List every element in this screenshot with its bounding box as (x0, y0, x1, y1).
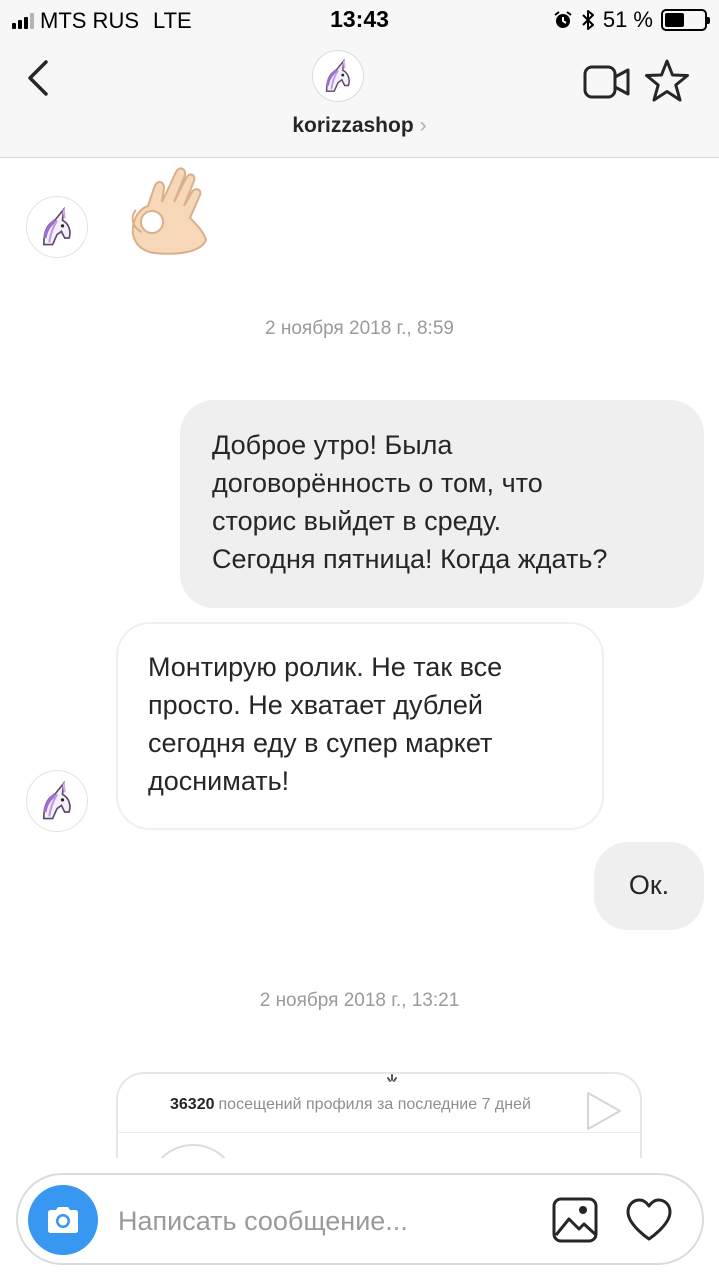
message-line: Сегодня пятница! Когда ждать? (212, 544, 608, 574)
star-button[interactable] (643, 58, 691, 104)
heart-button[interactable] (624, 1197, 674, 1243)
alarm-icon (554, 11, 572, 28)
video-call-button[interactable] (582, 62, 632, 102)
camera-button[interactable] (28, 1185, 98, 1255)
message-line: сегодня еду в супер маркет (148, 728, 493, 758)
message-line: Доброе утро! Была (212, 430, 453, 460)
chat-username[interactable]: korizzashop › (0, 114, 719, 138)
message-composer (16, 1173, 704, 1265)
battery-icon (661, 9, 710, 31)
back-button[interactable] (22, 58, 58, 98)
timestamp: 2 ноября 2018 г., 8:59 (265, 318, 454, 339)
unicorn-avatar-icon (42, 780, 71, 820)
header-avatar[interactable] (312, 50, 364, 102)
profile-visits-stat: 36320 посещений профиля за последние 7 дн… (170, 1096, 531, 1114)
sender-avatar[interactable] (26, 770, 88, 832)
sender-avatar[interactable] (26, 196, 88, 258)
ok-hand-emoji (131, 167, 208, 255)
play-icon[interactable] (580, 1088, 626, 1134)
bluetooth-icon (582, 10, 594, 30)
stat-number: 36320 (170, 1096, 215, 1113)
message-bubble-outgoing[interactable]: Доброе утро! Была договорённость о том, … (180, 400, 704, 608)
chevron-right-icon: › (419, 114, 427, 137)
username-label: korizzashop (292, 114, 414, 137)
gallery-button[interactable] (550, 1195, 600, 1245)
timestamp: 2 ноября 2018 г., 13:21 (259, 990, 460, 1011)
message-line: сторис выйдет в среду. (212, 506, 502, 536)
stat-text: посещений профиля за последние 7 дней (218, 1096, 531, 1113)
loading-spinner-icon (387, 1074, 397, 1082)
message-line: договорённость о том, что (212, 468, 543, 498)
message-input[interactable] (118, 1203, 538, 1239)
message-line: доснимать! (148, 766, 290, 796)
unicorn-avatar-icon (325, 58, 350, 92)
camera-icon (48, 1207, 78, 1233)
message-bubble-outgoing[interactable]: Ок. (594, 842, 704, 930)
card-divider (118, 1132, 640, 1133)
battery-percent: 51 % (602, 7, 653, 32)
status-right: 51 % (553, 7, 710, 33)
message-line: Монтирую ролик. Не так все (148, 652, 503, 682)
unicorn-avatar-icon (42, 206, 71, 246)
message-line: просто. Не хватает дублей (148, 690, 483, 720)
message-bubble-incoming[interactable]: Монтирую ролик. Не так все просто. Не хв… (116, 622, 604, 830)
chat-header: korizzashop › (0, 40, 719, 158)
message-text: Ок. (628, 870, 670, 900)
status-bar: MTS RUS LTE 13:43 51 % (0, 0, 719, 40)
